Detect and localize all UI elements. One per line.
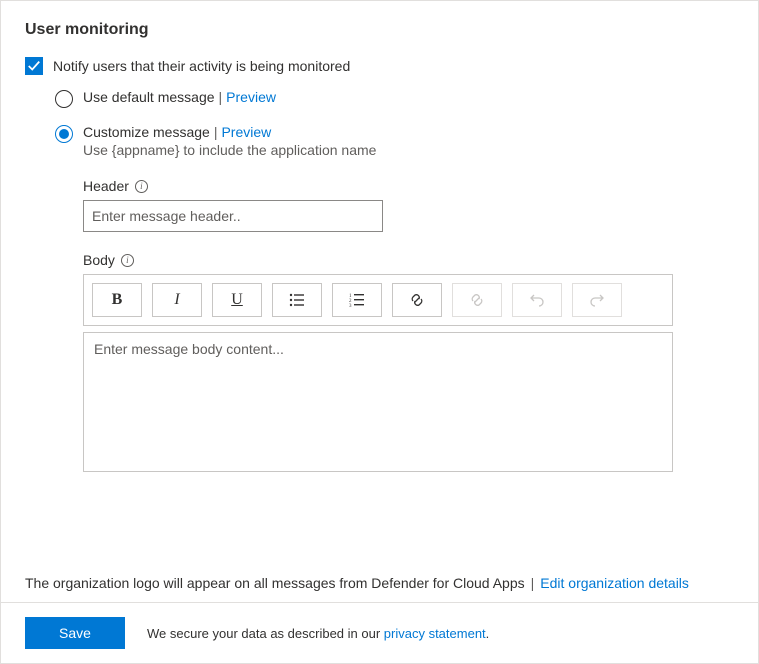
footer: Save We secure your data as described in… xyxy=(1,602,758,663)
privacy-text: We secure your data as described in our … xyxy=(147,626,489,641)
info-icon[interactable]: i xyxy=(121,254,134,267)
header-field-block: Header i xyxy=(83,178,734,232)
privacy-suffix: . xyxy=(486,626,490,641)
option-customize-message[interactable]: Customize message | Preview Use {appname… xyxy=(55,124,734,158)
numbered-list-icon: 1 2 3 xyxy=(349,292,365,308)
svg-text:3: 3 xyxy=(349,304,352,308)
option-custom-hint: Use {appname} to include the application… xyxy=(83,142,376,158)
notify-checkbox-row[interactable]: Notify users that their activity is bein… xyxy=(25,57,734,75)
body-editor[interactable]: Enter message body content... xyxy=(83,332,673,472)
undo-button xyxy=(512,283,562,317)
unlink-button xyxy=(452,283,502,317)
numbered-list-button[interactable]: 1 2 3 xyxy=(332,283,382,317)
separator: | xyxy=(531,575,535,591)
radio-custom[interactable] xyxy=(55,125,73,143)
option-default-message[interactable]: Use default message | Preview xyxy=(55,89,734,108)
message-option-group: Use default message | Preview Customize … xyxy=(55,89,734,158)
link-button[interactable] xyxy=(392,283,442,317)
editor-toolbar: B I U 1 2 3 xyxy=(83,274,673,326)
bullet-list-button[interactable] xyxy=(272,283,322,317)
page-title: User monitoring xyxy=(25,21,734,39)
underline-button[interactable]: U xyxy=(212,283,262,317)
logo-note-row: The organization logo will appear on all… xyxy=(25,575,734,591)
bold-button[interactable]: B xyxy=(92,283,142,317)
header-label: Header xyxy=(83,178,129,194)
privacy-prefix: We secure your data as described in our xyxy=(147,626,384,641)
preview-custom-link[interactable]: Preview xyxy=(221,124,271,140)
separator: | xyxy=(219,89,223,105)
notify-checkbox[interactable] xyxy=(25,57,43,75)
notify-checkbox-label: Notify users that their activity is bein… xyxy=(53,58,350,74)
logo-note-text: The organization logo will appear on all… xyxy=(25,575,525,591)
unlink-icon xyxy=(469,292,485,308)
body-field-block: Body i B I U 1 2 3 xyxy=(83,252,734,472)
header-input[interactable] xyxy=(83,200,383,232)
user-monitoring-panel: User monitoring Notify users that their … xyxy=(0,0,759,664)
edit-org-details-link[interactable]: Edit organization details xyxy=(540,575,689,591)
link-icon xyxy=(409,292,425,308)
checkmark-icon xyxy=(27,59,41,73)
radio-default[interactable] xyxy=(55,90,73,108)
bullet-list-icon xyxy=(289,292,305,308)
redo-icon xyxy=(589,292,605,308)
italic-button[interactable]: I xyxy=(152,283,202,317)
redo-button xyxy=(572,283,622,317)
preview-default-link[interactable]: Preview xyxy=(226,89,276,105)
info-icon[interactable]: i xyxy=(135,180,148,193)
option-custom-label: Customize message xyxy=(83,124,210,140)
body-label: Body xyxy=(83,252,115,268)
undo-icon xyxy=(529,292,545,308)
privacy-statement-link[interactable]: privacy statement xyxy=(384,626,486,641)
separator: | xyxy=(214,124,218,140)
option-default-label: Use default message xyxy=(83,89,215,105)
save-button[interactable]: Save xyxy=(25,617,125,649)
